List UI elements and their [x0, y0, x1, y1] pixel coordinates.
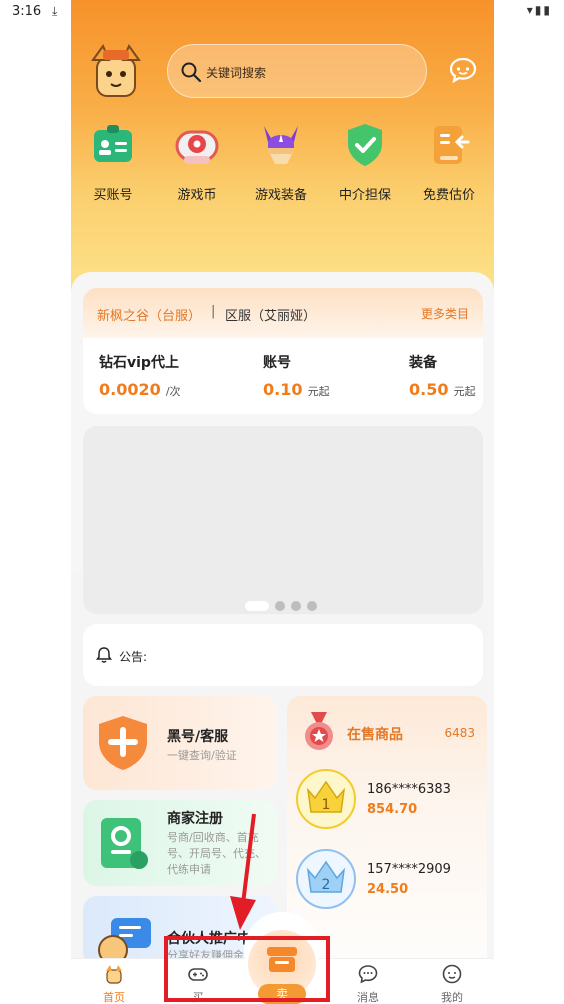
tab-label: 首页 [103, 991, 125, 1004]
price-item[interactable]: 装备 0.50 元起 [409, 352, 476, 399]
blacklist-service-card[interactable]: 黑号/客服 一键查询/验证 [83, 696, 277, 790]
server-header: 新枫之谷（台服） | 区服（艾丽娅） 更多类目 [83, 288, 483, 338]
game-coin-icon [175, 130, 219, 164]
price-title: 装备 [409, 355, 437, 371]
more-categories-link[interactable]: 更多类目 [421, 305, 469, 322]
annotation-highlight-box [164, 936, 330, 1002]
category-game-coin[interactable]: 游戏币 [155, 120, 239, 203]
on-sale-count: 6483 [444, 726, 475, 740]
feature-title: 黑号/客服 [167, 729, 229, 745]
feature-subtitle: 一键查询/验证 [167, 749, 237, 762]
sale-amount: 24.50 [367, 882, 409, 897]
status-time: 3:16 [12, 4, 42, 19]
id-card-icon [94, 125, 132, 162]
bell-icon [96, 647, 112, 663]
screen: 3:16 ⤓ ⤓ ■ ▾▮▮ 关键词搜索 [0, 0, 564, 1004]
gold-crown-icon: 1 [296, 769, 356, 829]
rank-number: 1 [322, 797, 331, 813]
helmet-icon [264, 126, 298, 164]
category-escrow[interactable]: 中介担保 [323, 120, 407, 203]
search-placeholder: 关键词搜索 [206, 66, 267, 80]
category-label: 游戏装备 [254, 188, 307, 203]
price-value: 0.0020 [99, 380, 161, 399]
category-label: 买账号 [93, 188, 133, 203]
price-item[interactable]: 账号 0.10 元起 [263, 352, 330, 399]
feature-title: 商家注册 [167, 811, 223, 827]
search-icon [181, 62, 202, 83]
shield-plus-icon [99, 716, 147, 770]
rank-number: 2 [322, 877, 331, 893]
tab-messages[interactable]: 消息 [333, 963, 403, 1004]
server-divider: | [211, 304, 216, 319]
carousel-dots [245, 596, 323, 611]
app-screen: 关键词搜索 买账号 游戏币 游戏装备 中介担保 免费估价 新枫之谷（台服） | … [71, 0, 494, 1004]
announcement-bar[interactable]: 公告: [83, 624, 483, 686]
category-game-gear[interactable]: 游戏装备 [239, 120, 323, 203]
tab-mine[interactable]: 我的 [417, 963, 487, 1004]
silver-crown-icon: 2 [296, 849, 356, 909]
annotation-arrow-icon [230, 813, 256, 930]
banner-carousel[interactable] [83, 426, 483, 614]
server-name[interactable]: 新枫之谷（台服） [97, 305, 201, 324]
signal-battery-icons: ▾▮▮ [526, 3, 552, 17]
price-unit: /次 [165, 385, 181, 398]
download-icon: ⤓ [52, 4, 58, 18]
chat-icon[interactable] [449, 56, 477, 84]
merchant-badge-icon [101, 818, 148, 869]
price-value: 0.50 [409, 380, 449, 399]
category-row: 买账号 游戏币 游戏装备 中介担保 免费估价 [71, 120, 494, 220]
hero-header: 关键词搜索 买账号 游戏币 游戏装备 中介担保 免费估价 [71, 0, 494, 300]
price-title: 账号 [263, 355, 291, 371]
mascot-logo-icon[interactable] [85, 40, 147, 102]
home-mascot-icon [106, 965, 122, 984]
server-price-card: 新枫之谷（台服） | 区服（艾丽娅） 更多类目 钻石vip代上 0.0020 /… [83, 288, 483, 414]
announcement-label: 公告: [119, 650, 148, 664]
category-buy-account[interactable]: 买账号 [71, 120, 155, 203]
price-unit: 元起 [453, 385, 476, 398]
carousel-dot[interactable] [245, 601, 269, 611]
category-free-estimate[interactable]: 免费估价 [407, 120, 491, 203]
price-unit: 元起 [307, 385, 330, 398]
seller-id: 157****2909 [367, 862, 451, 877]
price-item[interactable]: 钻石vip代上 0.0020 /次 [99, 352, 181, 399]
carousel-dot[interactable] [307, 601, 317, 611]
tab-label: 消息 [357, 991, 379, 1004]
sale-amount: 854.70 [367, 802, 418, 817]
search-bar[interactable]: 关键词搜索 [167, 44, 427, 98]
price-value: 0.10 [263, 380, 303, 399]
tab-home[interactable]: 首页 [79, 963, 149, 1004]
on-sale-title: 在售商品 [347, 727, 403, 743]
carousel-dot[interactable] [275, 601, 285, 611]
category-label: 中介担保 [338, 188, 391, 203]
estimate-icon [434, 126, 470, 164]
category-label: 免费估价 [422, 188, 475, 203]
profile-icon [442, 964, 462, 984]
message-icon [358, 965, 378, 984]
price-title: 钻石vip代上 [99, 355, 179, 371]
medal-icon [305, 712, 333, 750]
shield-check-icon [348, 124, 382, 166]
tab-label: 我的 [441, 991, 463, 1004]
carousel-dot[interactable] [291, 601, 301, 611]
category-label: 游戏币 [177, 188, 217, 203]
server-region[interactable]: 区服（艾丽娅） [225, 305, 316, 324]
seller-id: 186****6383 [367, 782, 451, 797]
